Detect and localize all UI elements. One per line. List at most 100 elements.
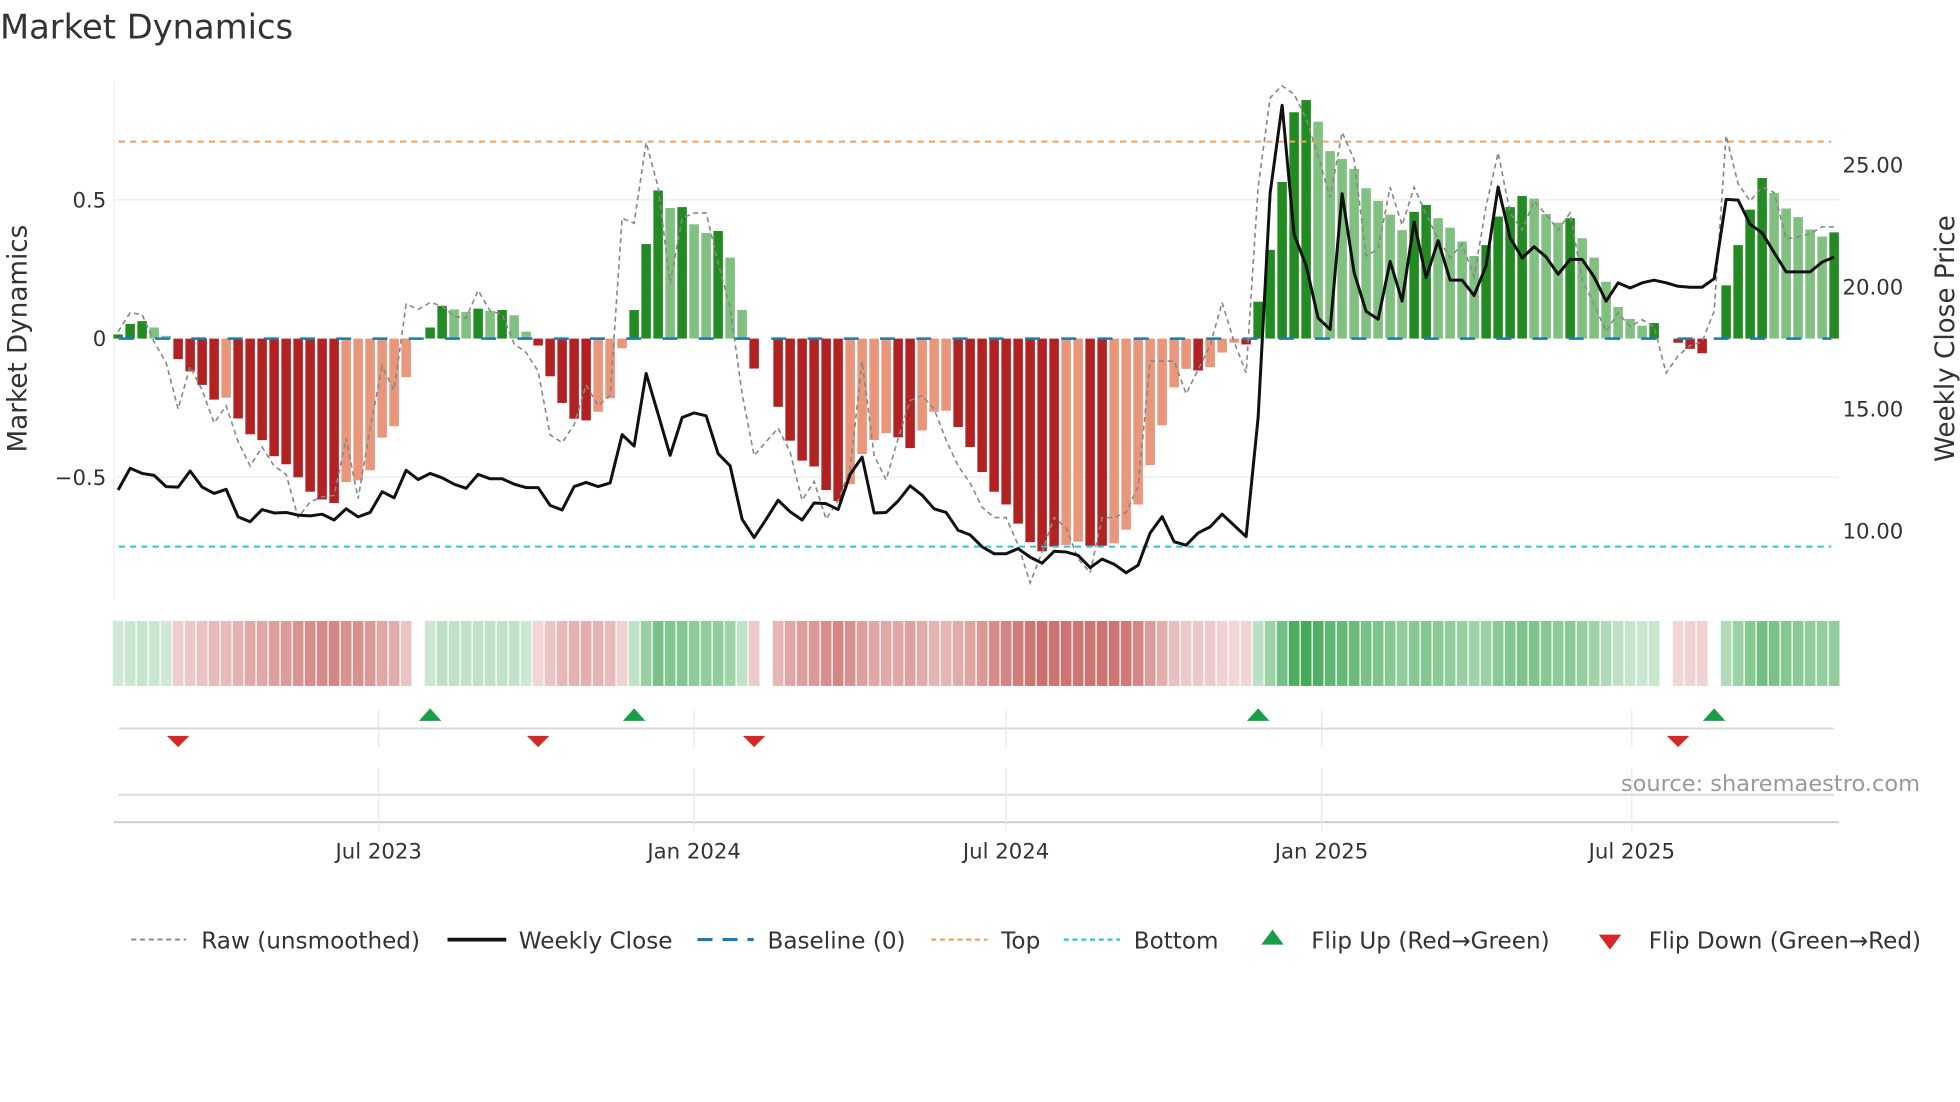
heat-cell: [148, 620, 160, 686]
heat-cell: [676, 620, 688, 686]
heat-cell: [820, 620, 832, 686]
y2-tick-label: 10.00: [1843, 520, 1904, 545]
heat-cell: [712, 620, 724, 686]
heat-cell: [844, 620, 856, 686]
heat-cell: [472, 620, 484, 686]
heat-cell: [1276, 620, 1288, 686]
heat-cell: [700, 620, 712, 686]
heat-cell: [1672, 620, 1684, 686]
heat-cell: [1348, 620, 1360, 686]
bar-negative: [1073, 338, 1083, 542]
heat-cell: [664, 620, 676, 686]
bar-positive: [1301, 100, 1311, 339]
heat-cell: [1012, 620, 1024, 686]
heat-cell: [964, 620, 976, 686]
heat-cell: [328, 620, 340, 686]
flip-down-icon: [1598, 934, 1622, 950]
heat-cell: [1720, 620, 1732, 686]
bar-negative: [1181, 338, 1191, 369]
heat-cell: [388, 620, 400, 686]
heat-cell: [556, 620, 568, 686]
heat-cell: [904, 620, 916, 686]
heat-cell: [1048, 620, 1060, 686]
heat-cell: [508, 620, 520, 686]
bar-positive: [1277, 181, 1287, 339]
heat-cell: [424, 620, 436, 686]
bar-negative: [821, 338, 831, 491]
bar-positive: [1517, 196, 1527, 339]
bar-negative: [377, 338, 387, 438]
heat-cell: [196, 620, 208, 686]
y-axis-ticks: 0.5 0 −0.5: [55, 188, 107, 490]
heat-cell: [232, 620, 244, 686]
bar-positive: [1769, 192, 1779, 339]
heat-cell: [376, 620, 388, 686]
bar-positive: [1745, 209, 1755, 339]
bar-positive: [677, 207, 687, 339]
heat-cell: [292, 620, 304, 686]
heat-cell: [1684, 620, 1696, 686]
heat-cell: [1336, 620, 1348, 686]
bar-negative: [1085, 338, 1095, 546]
bar-negative: [569, 338, 579, 419]
heat-cell: [220, 620, 232, 686]
heat-cell: [1540, 620, 1552, 686]
bar-negative: [1025, 338, 1035, 543]
y2-axis-label: Weekly Close Price: [1931, 215, 1960, 462]
bar-positive: [1829, 232, 1839, 339]
bar-series: [113, 100, 1839, 552]
heat-cell: [1384, 620, 1396, 686]
bar-negative: [617, 338, 627, 349]
heat-cell: [1096, 620, 1108, 686]
heat-cell: [460, 620, 472, 686]
heat-cell: [1504, 620, 1516, 686]
x-tick-label: Jan 2024: [645, 839, 741, 864]
heat-cell: [1780, 620, 1792, 686]
bar-positive: [665, 207, 675, 339]
heat-cell: [640, 620, 652, 686]
heat-cell: [316, 620, 328, 686]
heat-cell: [832, 620, 844, 686]
heat-cell: [256, 620, 268, 686]
heat-cell: [1480, 620, 1492, 686]
heat-cell: [1612, 620, 1624, 686]
heat-cell: [340, 620, 352, 686]
bar-positive: [425, 327, 435, 339]
heat-cell: [1756, 620, 1768, 686]
heat-cell: [244, 620, 256, 686]
bar-negative: [1193, 338, 1203, 371]
heat-cell: [1084, 620, 1096, 686]
bar-negative: [929, 338, 939, 412]
bar-negative: [1697, 338, 1707, 354]
bar-negative: [269, 338, 279, 457]
bar-negative: [581, 338, 591, 421]
flip-down-marker: [526, 735, 550, 748]
heat-cell: [208, 620, 220, 686]
bar-positive: [737, 310, 747, 339]
bar-negative: [197, 338, 207, 385]
flip-up-marker: [1246, 708, 1270, 721]
heat-cell: [1312, 620, 1324, 686]
bar-positive: [461, 311, 471, 339]
bar-positive: [1541, 214, 1551, 339]
heat-cell: [1120, 620, 1132, 686]
y-tick-label: 0.5: [72, 188, 106, 213]
bar-positive: [1601, 281, 1611, 339]
heat-cell: [352, 620, 364, 686]
legend-bottom-label: Bottom: [1134, 928, 1219, 954]
bar-negative: [953, 338, 963, 428]
heat-cell: [784, 620, 796, 686]
heat-cell: [928, 620, 940, 686]
heat-cell: [1468, 620, 1480, 686]
bar-negative: [1061, 338, 1071, 545]
heat-cell: [1264, 620, 1276, 686]
bar-positive: [1553, 222, 1563, 339]
heat-cell: [808, 620, 820, 686]
bar-negative: [1001, 338, 1011, 505]
heat-cell: [1156, 620, 1168, 686]
y2-tick-label: 20.00: [1843, 275, 1904, 300]
bar-positive: [473, 308, 483, 339]
bar-positive: [641, 244, 651, 339]
legend: Raw (unsmoothed) Weekly Close Baseline (…: [131, 928, 1921, 954]
heat-cell: [1228, 620, 1240, 686]
